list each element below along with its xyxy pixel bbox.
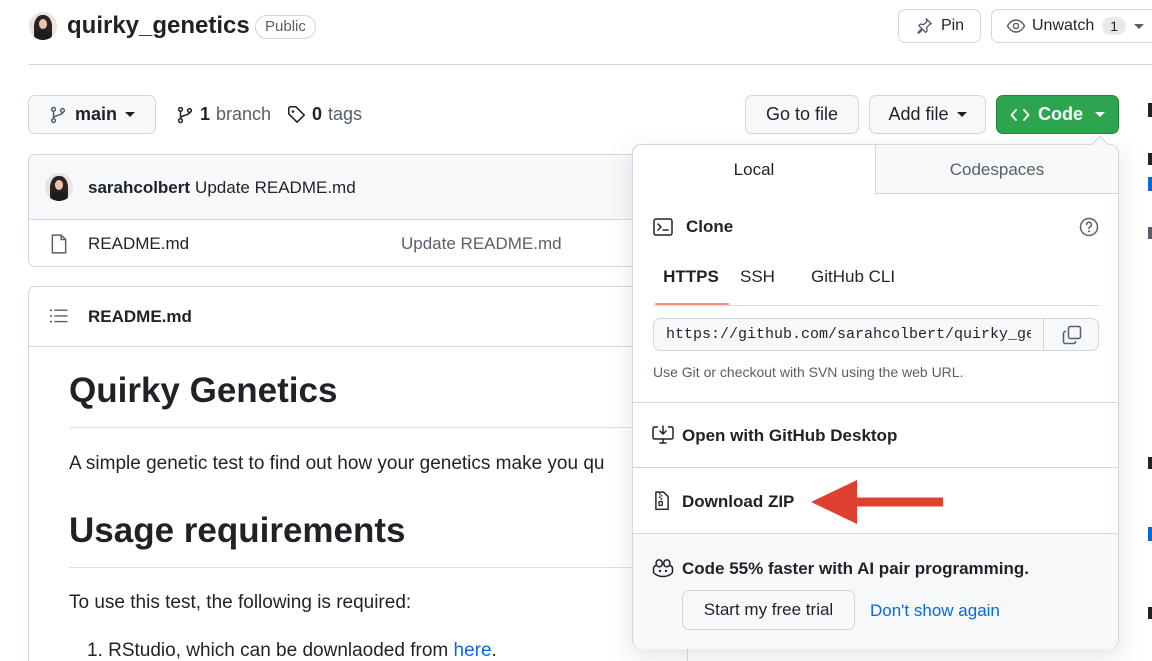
copilot-icon bbox=[652, 558, 674, 578]
add-file-label: Add file bbox=[888, 104, 949, 124]
watch-count: 1 bbox=[1102, 17, 1127, 35]
branch-label: branch bbox=[216, 104, 272, 124]
code-icon bbox=[1010, 107, 1030, 123]
branch-count: 1 bbox=[200, 104, 211, 124]
readme-section-rule bbox=[69, 567, 689, 568]
clone-url-field[interactable] bbox=[653, 318, 1099, 351]
protocol-tab-github-cli[interactable]: GitHub CLI bbox=[811, 267, 895, 287]
header-divider bbox=[29, 64, 1152, 65]
eye-icon bbox=[1006, 17, 1026, 35]
branches-link[interactable]: 1 branch bbox=[176, 104, 271, 125]
clone-hint: Use Git or checkout with SVN using the w… bbox=[653, 364, 964, 380]
tag-label: tags bbox=[328, 104, 363, 124]
readme-filename[interactable]: README.md bbox=[88, 307, 192, 327]
code-dropdown: Local Codespaces Clone HTTPS SSH GitHub … bbox=[632, 135, 1119, 649]
copy-button[interactable] bbox=[1043, 319, 1098, 350]
chevron-down-icon bbox=[1134, 23, 1145, 29]
readme-title: Quirky Genetics bbox=[69, 371, 338, 410]
pin-label: Pin bbox=[940, 17, 965, 34]
code-button[interactable]: Code bbox=[996, 95, 1119, 134]
chevron-down-icon bbox=[956, 112, 967, 117]
open-with-desktop-label: Open with GitHub Desktop bbox=[682, 426, 898, 445]
open-with-desktop-item[interactable]: Open with GitHub Desktop bbox=[633, 403, 1118, 467]
protocol-tab-ssh[interactable]: SSH bbox=[740, 267, 775, 287]
tag-icon bbox=[287, 105, 306, 124]
clone-url-input[interactable] bbox=[654, 319, 1043, 350]
file-icon bbox=[51, 234, 67, 254]
go-to-file-button[interactable]: Go to file bbox=[745, 95, 859, 134]
terminal-icon bbox=[653, 218, 673, 236]
protocol-tabs-rule bbox=[653, 305, 1099, 306]
add-file-button[interactable]: Add file bbox=[869, 95, 986, 134]
tags-link[interactable]: 0 tags bbox=[287, 104, 362, 125]
download-zip-label: Download ZIP bbox=[682, 492, 795, 511]
pin-button[interactable]: Pin bbox=[898, 9, 981, 43]
tab-local[interactable]: Local bbox=[633, 145, 876, 195]
readme-intro: A simple genetic test to find out how yo… bbox=[69, 453, 605, 474]
dont-show-again-link[interactable]: Don't show again bbox=[870, 601, 1000, 621]
latest-commit-bar: sarahcolbert Update README.md bbox=[29, 155, 687, 220]
desktop-download-icon bbox=[652, 425, 674, 445]
branch-select[interactable]: main bbox=[28, 95, 156, 134]
code-label: Code bbox=[1038, 104, 1083, 124]
tag-count: 0 bbox=[312, 104, 323, 124]
chevron-down-icon bbox=[1095, 112, 1105, 117]
clone-title: Clone bbox=[686, 217, 734, 236]
unwatch-button[interactable]: Unwatch 1 bbox=[991, 9, 1152, 43]
repo-name[interactable]: quirky_genetics bbox=[67, 12, 250, 40]
readme-title-rule bbox=[69, 427, 689, 428]
copy-icon bbox=[1062, 325, 1082, 345]
commit-message[interactable]: Update README.md bbox=[195, 178, 356, 198]
visibility-badge: Public bbox=[255, 15, 316, 39]
tab-codespaces[interactable]: Codespaces bbox=[876, 145, 1118, 194]
copilot-promo: Code 55% faster with AI pair programming… bbox=[633, 533, 1118, 649]
question-icon[interactable] bbox=[1079, 217, 1099, 237]
readme-section-title: Usage requirements bbox=[69, 511, 406, 550]
owner-avatar[interactable] bbox=[29, 12, 57, 40]
start-free-trial-button[interactable]: Start my free trial bbox=[682, 590, 855, 630]
file-list: sarahcolbert Update README.md README.md … bbox=[28, 154, 688, 267]
file-zip-icon bbox=[654, 491, 670, 511]
protocol-tab-https[interactable]: HTTPS bbox=[653, 267, 729, 307]
branch-name: main bbox=[74, 104, 117, 124]
readme-section-text: To use this test, the following is requi… bbox=[69, 592, 412, 613]
chevron-down-icon bbox=[125, 112, 135, 117]
unwatch-label: Unwatch bbox=[1032, 17, 1095, 34]
table-row[interactable]: README.md Update README.md bbox=[29, 220, 687, 268]
here-link[interactable]: here bbox=[454, 640, 492, 661]
list-icon[interactable] bbox=[50, 308, 68, 324]
readme-box: README.md Quirky Genetics A simple genet… bbox=[28, 286, 689, 661]
copilot-promo-text: Code 55% faster with AI pair programming… bbox=[682, 559, 1029, 578]
git-branch-icon bbox=[49, 106, 67, 124]
pin-icon bbox=[915, 17, 933, 35]
list-item: 1. RStudio, which can be downlaoded from… bbox=[87, 640, 497, 661]
file-name[interactable]: README.md bbox=[88, 234, 189, 254]
sidebar-clipped bbox=[1140, 95, 1152, 655]
arrow-left-annotation-icon bbox=[809, 478, 945, 526]
commit-author[interactable]: sarahcolbert bbox=[88, 178, 190, 198]
commit-author-avatar[interactable] bbox=[45, 173, 73, 201]
list-item-text: RStudio, which can be downlaoded from bbox=[108, 640, 454, 661]
git-branch-icon bbox=[176, 106, 194, 124]
readme-header: README.md bbox=[29, 287, 687, 347]
file-commit-message[interactable]: Update README.md bbox=[401, 234, 562, 254]
